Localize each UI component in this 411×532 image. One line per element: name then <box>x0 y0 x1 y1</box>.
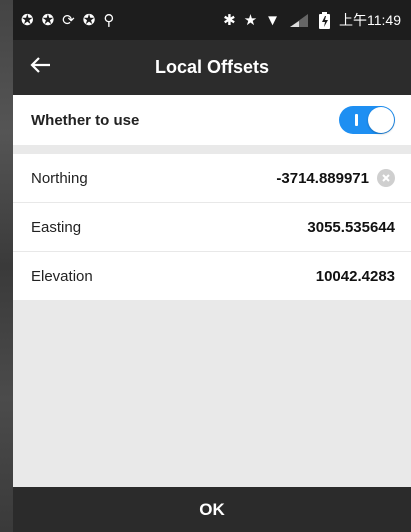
northing-row[interactable]: Northing -3714.889971 <box>13 154 411 202</box>
wifi-icon: ▼ <box>265 11 280 29</box>
app-bar: Local Offsets <box>13 40 411 95</box>
elevation-value[interactable]: 10042.4283 <box>316 268 395 285</box>
status-time: 上午11:49 <box>339 12 401 28</box>
toggle-on-indicator <box>355 114 358 126</box>
notification-icon: ✪ <box>21 11 34 29</box>
location-icon: ⚲ <box>103 11 115 29</box>
signal-icon <box>288 12 310 28</box>
northing-value[interactable]: -3714.889971 <box>276 170 369 187</box>
easting-row[interactable]: Easting 3055.535644 <box>13 203 411 251</box>
use-toggle-row[interactable]: Whether to use <box>13 95 411 145</box>
use-toggle-switch[interactable] <box>339 106 395 134</box>
toggle-knob <box>368 107 394 133</box>
star-icon: ★ <box>243 11 258 29</box>
bottom-bar: OK <box>13 487 411 532</box>
notification-icon: ✪ <box>41 11 55 29</box>
easting-label: Easting <box>31 218 82 236</box>
notification-icon: ✪ <box>82 11 96 29</box>
sync-icon: ⟳ <box>62 11 75 29</box>
battery-icon <box>318 11 331 29</box>
settings-content: Whether to use Northing -3714.889971 Eas… <box>13 95 411 486</box>
northing-label: Northing <box>31 169 88 187</box>
status-right-icons: ✱ ★ ▼ 上午11:49 <box>223 10 401 30</box>
clear-icon[interactable] <box>377 169 395 187</box>
elevation-row[interactable]: Elevation 10042.4283 <box>13 252 411 300</box>
background-strip <box>0 0 13 532</box>
bluetooth-icon: ✱ <box>223 11 236 29</box>
arrow-left-icon <box>29 53 53 82</box>
status-bar: ✪ ✪ ⟳ ✪ ⚲ ✱ ★ ▼ 上午11:49 <box>13 0 411 40</box>
elevation-label: Elevation <box>31 267 93 285</box>
phone-screen: ✪ ✪ ⟳ ✪ ⚲ ✱ ★ ▼ 上午11:49 Local Offsets Wh… <box>13 0 411 532</box>
screen: ✪ ✪ ⟳ ✪ ⚲ ✱ ★ ▼ 上午11:49 Local Offsets Wh… <box>0 0 411 532</box>
easting-value[interactable]: 3055.535644 <box>307 219 395 236</box>
use-toggle-label: Whether to use <box>31 111 140 129</box>
ok-button[interactable]: OK <box>175 492 249 528</box>
status-left-icons: ✪ ✪ ⟳ ✪ ⚲ <box>21 13 114 28</box>
back-button[interactable] <box>21 47 61 87</box>
page-title: Local Offsets <box>154 57 270 77</box>
